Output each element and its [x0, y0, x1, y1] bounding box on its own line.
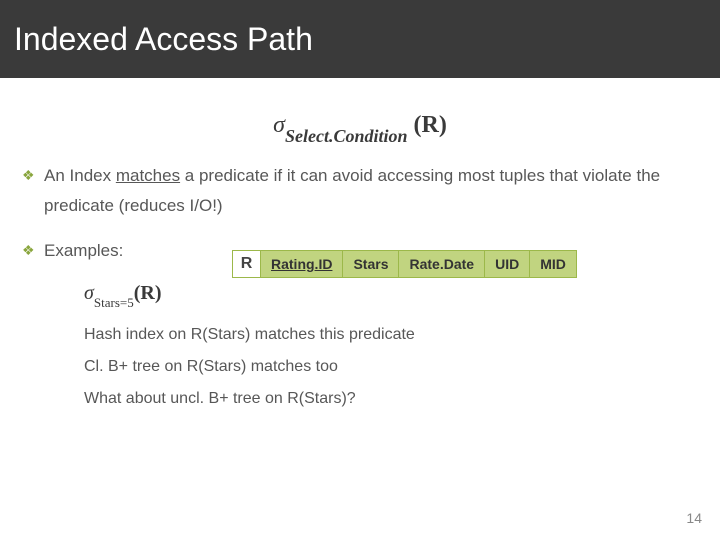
- line-cl-btree: Cl. B+ tree on R(Stars) matches too: [84, 351, 698, 383]
- schema-col-ratingid: Rating.ID: [261, 251, 343, 277]
- bullet1-pre: An Index: [44, 166, 116, 185]
- line-uncl-btree: What about uncl. B+ tree on R(Stars)?: [84, 383, 698, 415]
- slide-body: σSelect.Condition (R) An Index matches a…: [0, 78, 720, 415]
- example-lines: Hash index on R(Stars) matches this pred…: [84, 319, 698, 415]
- schema-col-uid: UID: [485, 251, 530, 277]
- relation-schema: R Rating.ID Stars Rate.Date UID MID: [232, 250, 577, 278]
- sigma-subscript: Select.Condition: [285, 126, 408, 146]
- bullet-list: An Index matches a predicate if it can a…: [22, 161, 698, 415]
- sigma-symbol: σ: [273, 112, 285, 138]
- slide-title: Indexed Access Path: [14, 21, 313, 58]
- title-bar: Indexed Access Path: [0, 0, 720, 78]
- bullet-index-matches: An Index matches a predicate if it can a…: [22, 161, 698, 222]
- schema-col-ratedate: Rate.Date: [399, 251, 485, 277]
- bullet1-matches: matches: [116, 166, 180, 185]
- line-hash-index: Hash index on R(Stars) matches this pred…: [84, 319, 698, 351]
- sigma-argument: (R): [414, 112, 447, 138]
- example-formula: σStars=5(R): [84, 275, 698, 311]
- schema-relation-label: R: [233, 251, 261, 277]
- schema-col-stars: Stars: [343, 251, 399, 277]
- sigma-argument-2: (R): [134, 282, 162, 304]
- page-number: 14: [686, 510, 702, 526]
- slide: Indexed Access Path σSelect.Condition (R…: [0, 0, 720, 540]
- schema-col-mid: MID: [530, 251, 576, 277]
- examples-label: Examples:: [44, 241, 123, 260]
- sigma-symbol-2: σ: [84, 282, 94, 304]
- selection-formula: σSelect.Condition (R): [22, 112, 698, 143]
- sigma-subscript-2: Stars=5: [94, 295, 134, 310]
